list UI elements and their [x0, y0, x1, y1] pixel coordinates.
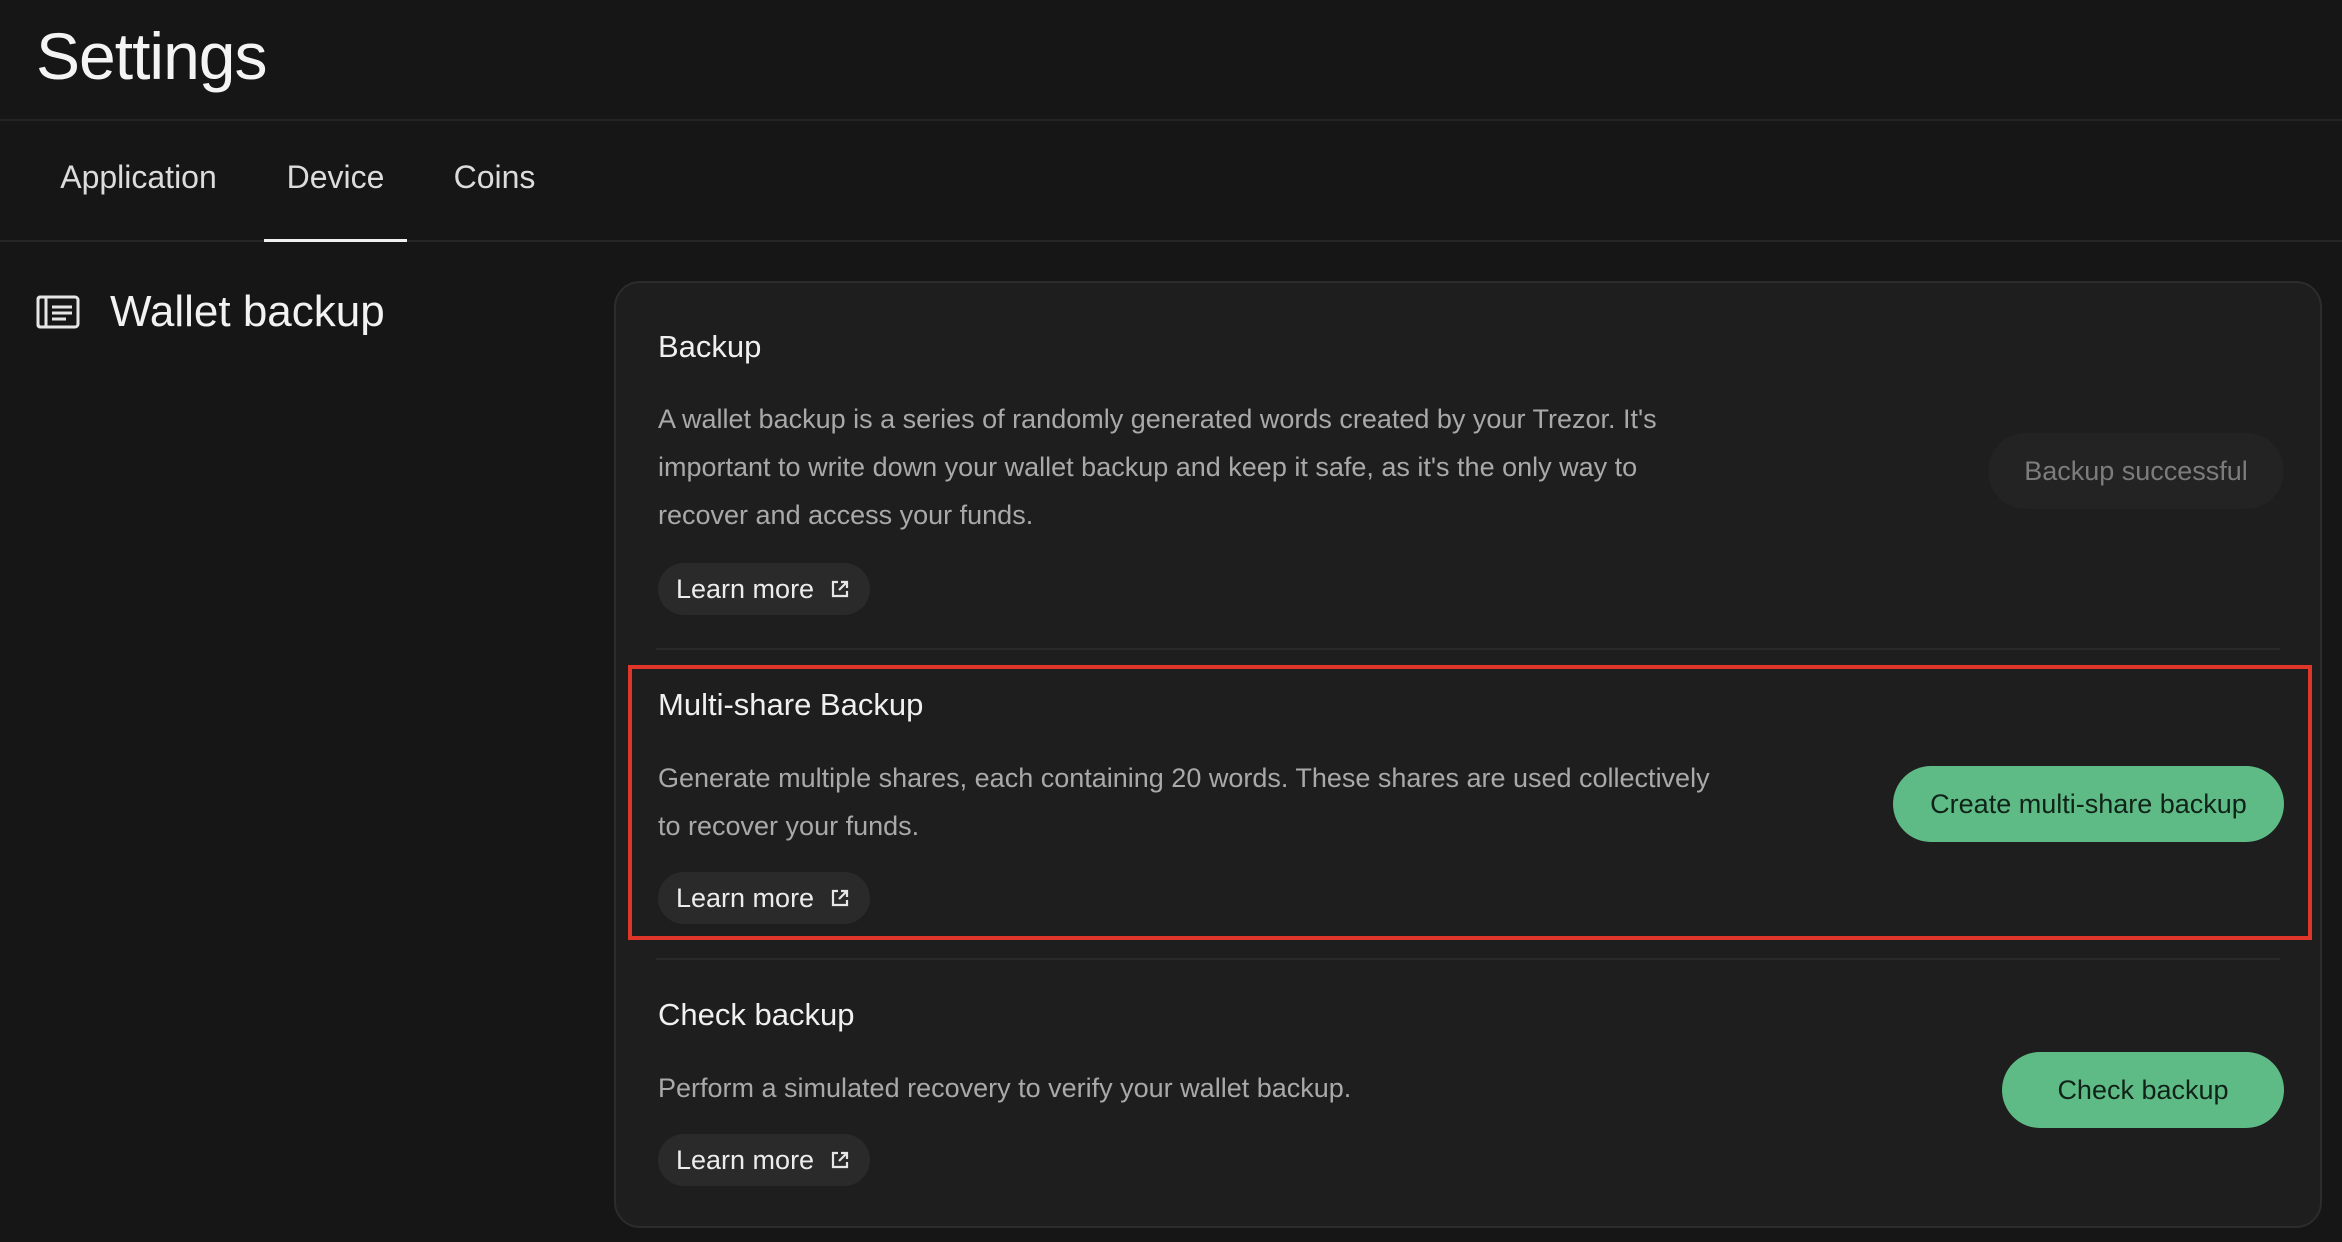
check-backup-button[interactable]: Check backup: [2002, 1052, 2284, 1128]
learn-more-label: Learn more: [676, 1145, 815, 1175]
backup-learn-more-link[interactable]: Learn more: [658, 563, 871, 615]
backup-title: Backup: [658, 329, 762, 364]
learn-more-label: Learn more: [676, 574, 815, 604]
check-backup-item: Check backup Perform a simulated recover…: [616, 958, 2324, 1228]
external-link-icon: [831, 1151, 849, 1169]
page-title: Settings: [36, 19, 267, 93]
learn-more-label: Learn more: [676, 883, 815, 913]
tab-device[interactable]: Device: [264, 121, 407, 242]
external-link-icon: [831, 889, 849, 907]
wallet-backup-card: Backup A wallet backup is a series of ra…: [614, 281, 2322, 1228]
check-backup-description: Perform a simulated recovery to verify y…: [658, 1073, 1352, 1103]
section-title: Wallet backup: [110, 287, 385, 336]
settings-page: Settings Application Device Coins Wallet…: [0, 0, 2342, 1242]
backup-item: Backup A wallet backup is a series of ra…: [616, 283, 2324, 648]
backup-successful-button[interactable]: Backup successful: [1988, 433, 2284, 509]
backup-description: A wallet backup is a series of randomly …: [658, 404, 1657, 530]
check-backup-title: Check backup: [658, 997, 855, 1032]
check-backup-learn-more-link[interactable]: Learn more: [658, 1134, 871, 1186]
tab-coins[interactable]: Coins: [437, 121, 552, 242]
settings-tabs: Application Device Coins: [0, 121, 2342, 242]
multi-share-learn-more-link[interactable]: Learn more: [658, 872, 871, 924]
multi-share-backup-title: Multi-share Backup: [658, 687, 924, 722]
section-wallet-backup: Wallet backup: [36, 282, 385, 342]
external-link-icon: [831, 580, 849, 598]
settings-header: Settings: [0, 0, 2342, 121]
tab-application[interactable]: Application: [36, 121, 241, 242]
multi-share-backup-description: Generate multiple shares, each containin…: [658, 763, 1710, 841]
wallet-backup-icon: [36, 295, 80, 329]
create-multi-share-backup-button[interactable]: Create multi-share backup: [1893, 766, 2284, 842]
